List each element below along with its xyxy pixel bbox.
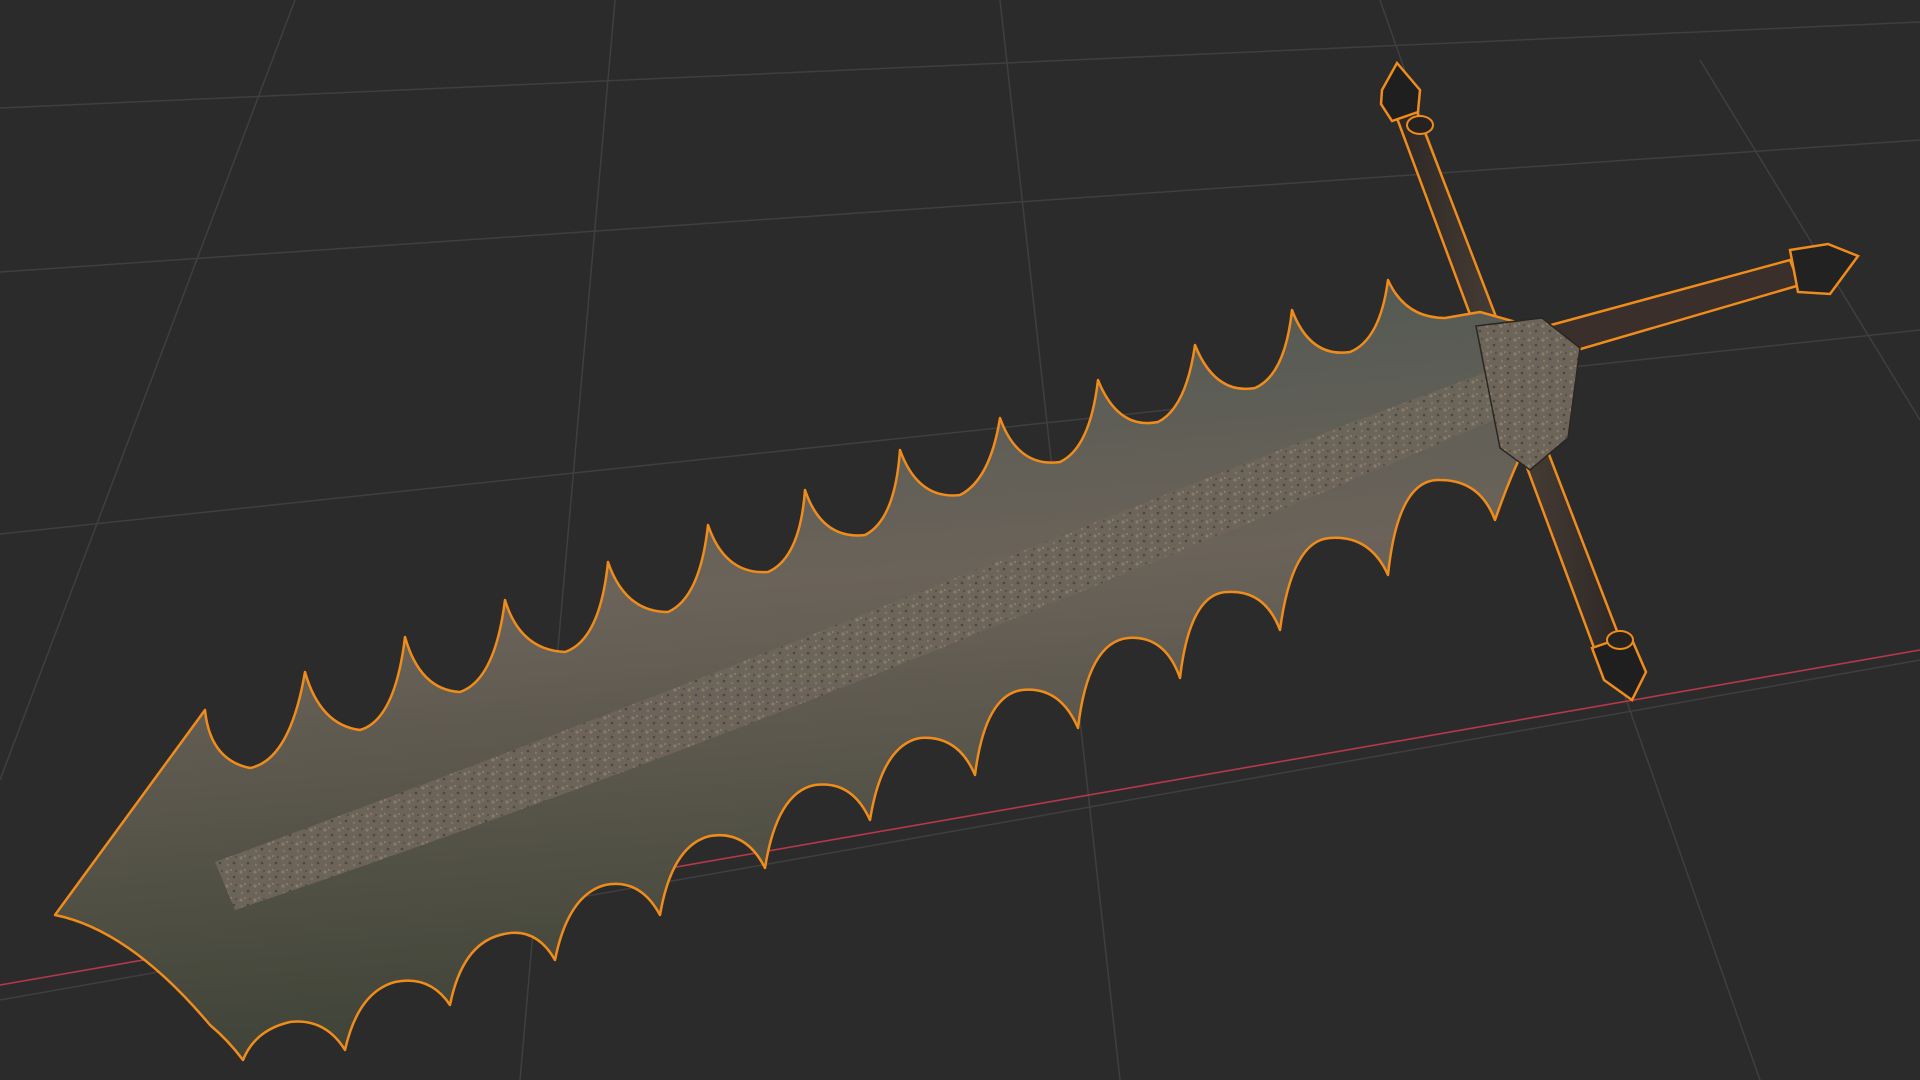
blade-fuller [215,360,1540,910]
grid-line [1699,59,1920,421]
crossguard-top-ring [1406,115,1434,135]
sword-object[interactable] [53,60,1860,1062]
grid-line [0,139,1920,273]
grip [1538,258,1802,360]
grid-line [0,21,1920,109]
crossguard-top-tip [1379,60,1422,123]
pommel [1788,242,1860,296]
sword-blade[interactable] [53,278,1581,1062]
grid-line [0,0,296,781]
viewport-canvas[interactable] [0,0,1920,1080]
3d-viewport[interactable] [0,0,1920,1080]
crossguard-bottom-ring [1606,630,1634,650]
sword-handle[interactable] [1538,242,1860,360]
